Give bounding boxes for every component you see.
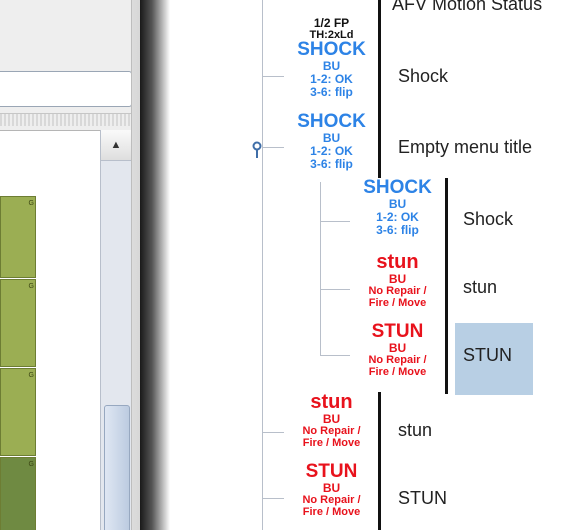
- tree-node-label[interactable]: STUN: [398, 488, 447, 509]
- counter-image: SHOCK BU 1-2: OK 3-6: flip: [285, 40, 381, 112]
- tree-line: [320, 221, 350, 222]
- tree-line: [320, 170, 321, 355]
- tree-line: [262, 76, 284, 77]
- tree-node-label[interactable]: Shock: [463, 209, 513, 230]
- counter-image: 1/2 FP TH:2xLd: [285, 0, 381, 40]
- tree-line: [262, 147, 284, 148]
- palette-tile[interactable]: G: [0, 279, 36, 367]
- counter-image: stun BU No Repair / Fire / Move: [350, 252, 448, 322]
- palette-tile[interactable]: G: [0, 196, 36, 278]
- counter-image: STUN BU No Repair / Fire / Move: [285, 462, 381, 530]
- left-window: G G G G ▲: [0, 0, 152, 530]
- tree-node-label[interactable]: stun: [398, 420, 432, 441]
- tree-line: [262, 432, 284, 433]
- tree-node-label[interactable]: Empty menu title: [398, 137, 532, 158]
- counter-image: STUN BU No Repair / Fire / Move: [350, 322, 448, 394]
- palette-tile[interactable]: G: [0, 457, 36, 530]
- counter-image: SHOCK BU 1-2: OK 3-6: flip: [285, 112, 381, 182]
- vertical-scrollbar[interactable]: ▲: [100, 130, 132, 530]
- scrollbar-thumb[interactable]: [104, 405, 130, 530]
- tree-line: [262, 0, 263, 530]
- tree-node-label[interactable]: Shock: [398, 66, 448, 87]
- tree-node-label[interactable]: STUN: [463, 345, 512, 366]
- tree-node-label[interactable]: AFV Motion Status: [392, 0, 542, 15]
- counter-image: stun BU No Repair / Fire / Move: [285, 392, 381, 462]
- tree-node-label[interactable]: stun: [463, 277, 497, 298]
- text-field[interactable]: [0, 71, 132, 107]
- counter-image: SHOCK BU 1-2: OK 3-6: flip: [350, 178, 448, 252]
- tree-line: [320, 355, 350, 356]
- tree-line: [262, 498, 284, 499]
- window-shadow: [140, 0, 170, 530]
- palette-tile[interactable]: G: [0, 368, 36, 456]
- toolbar-grip: [0, 113, 135, 126]
- tree-line: [320, 289, 350, 290]
- scroll-up-arrow-icon[interactable]: ▲: [101, 130, 131, 161]
- piece-palette[interactable]: G G G G: [0, 130, 100, 530]
- expand-handle-icon[interactable]: [250, 140, 264, 165]
